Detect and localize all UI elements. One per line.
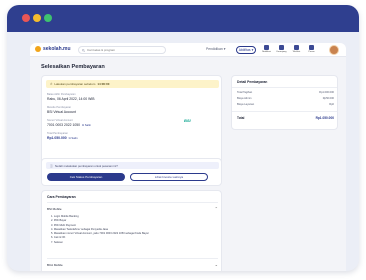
va-field: Nomor Virtual Account 7001 0003 2022 105… xyxy=(47,119,91,127)
search-icon xyxy=(82,48,85,52)
summary-total-value: Rp1.050.000 xyxy=(315,116,334,120)
minimize-window-button[interactable] xyxy=(33,14,41,22)
deadline-field: Batas Akhir Pembayaran Rabu, 06 April 20… xyxy=(47,93,95,101)
payment-instructions-card: Cara Pembayaran BSI Mobile ⌃ 1. Login Mo… xyxy=(41,190,222,271)
banner-text: Lakukan pembayaran sebelum xyxy=(54,82,96,86)
search-input[interactable] xyxy=(87,48,165,52)
summary-row-label: Biaya Admin xyxy=(237,97,252,100)
accordion-label: BCA Mobile xyxy=(47,262,63,267)
nav-aktifitas-button[interactable]: Aktifitas ▾ xyxy=(236,46,256,54)
payment-deadline-banner: ⏱ Lakukan pembayaran sebelum 14:00:00 xyxy=(46,80,219,88)
instructions-title: Cara Pembayaran xyxy=(47,195,76,199)
copy-va-button[interactable]: ⧉ Salin xyxy=(82,123,91,127)
copy-label: Salin xyxy=(84,123,92,127)
logo-text: sekolah.mu xyxy=(43,46,71,52)
logo-icon xyxy=(35,46,41,52)
summary-row: Total Tagihan Rp1.000.000 xyxy=(237,91,334,94)
nav-pendidikan-label: Pendidikan xyxy=(206,47,223,51)
chevron-up-icon: ⌃ xyxy=(214,206,218,211)
copy-label: Salin xyxy=(71,136,78,140)
summary-row: Biaya Layanan Rp0 xyxy=(237,103,334,106)
window-titlebar xyxy=(7,5,359,32)
summary-row-value: Rp0 xyxy=(329,103,334,106)
nav-aktifitas-label: Aktifitas xyxy=(238,48,251,52)
divider xyxy=(47,202,218,203)
browser-window: sekolah.mu Pendidikan ▾ Aktifitas ▾ Noti… xyxy=(7,5,359,271)
accordion-bsi-mobile[interactable]: BSI Mobile ⌃ xyxy=(47,205,218,212)
chat-icon[interactable]: Pesan xyxy=(306,45,317,53)
page-title: Selesaikan Pembayaran xyxy=(41,64,105,70)
deadline-label: Batas Akhir Pembayaran xyxy=(47,93,76,96)
check-status-button[interactable]: Cek Status Pembayaran xyxy=(47,173,125,181)
nav-icon-label: Wishlist xyxy=(292,51,301,53)
chevron-down-icon: ⌄ xyxy=(214,262,218,267)
va-number: 7001 0003 2022 1050 xyxy=(47,123,80,127)
total-value-row: Rp1.050.000 ⧉ Salin xyxy=(47,136,78,140)
divider xyxy=(232,87,337,88)
nav-icon-label: Notifikasi xyxy=(262,51,271,53)
summary-title: Detail Pembayaran xyxy=(237,80,268,84)
summary-row-value: Rp1.000.000 xyxy=(319,91,334,94)
logo[interactable]: sekolah.mu xyxy=(35,46,71,52)
total-label: Total Pembayaran xyxy=(47,132,68,135)
chevron-down-icon: ▾ xyxy=(251,48,254,52)
deadline-value: Rabu, 06 April 2022, 14:00 WIB xyxy=(47,97,95,101)
payment-summary-card: Detail Pembayaran Total Tagihan Rp1.000.… xyxy=(231,75,338,130)
view-invoice-button[interactable]: Lihat Invoice Lainnya xyxy=(130,173,208,181)
divider xyxy=(232,111,337,112)
clock-icon: ⏱ xyxy=(50,82,53,86)
search-box[interactable] xyxy=(78,46,166,54)
summary-total-label: Total xyxy=(237,116,245,120)
list-item: 7. Selesai xyxy=(51,240,63,244)
close-window-button[interactable] xyxy=(22,14,30,22)
total-field: Total Pembayaran Rp1.050.000 ⧉ Salin xyxy=(47,132,78,140)
accordion-label: BSI Mobile xyxy=(47,206,62,211)
confirm-note-text: Sudah melakukan pembayaran untuk pesanan… xyxy=(54,163,118,168)
summary-row-label: Total Tagihan xyxy=(237,91,253,94)
page-viewport: sekolah.mu Pendidikan ▾ Aktifitas ▾ Noti… xyxy=(30,43,346,271)
deadline-value-row: Rabu, 06 April 2022, 14:00 WIB xyxy=(47,97,95,101)
va-value-row: 7001 0003 2022 1050 ⧉ Salin xyxy=(47,123,91,127)
summary-row-label: Biaya Layanan xyxy=(237,103,255,106)
copy-total-button[interactable]: ⧉ Salin xyxy=(69,136,78,140)
method-field: Metode Pembayaran BSI Virtual Account xyxy=(47,106,76,114)
summary-row: Biaya Admin Rp50.000 xyxy=(237,97,334,100)
total-amount: Rp1.050.000 xyxy=(47,136,67,140)
bell-icon[interactable]: Notifikasi xyxy=(261,45,272,53)
info-icon: ⓘ xyxy=(50,163,53,168)
confirm-note: ⓘ Sudah melakukan pembayaran untuk pesan… xyxy=(46,162,219,169)
nav-icon-label: Keranjang xyxy=(276,51,287,53)
accordion-bca-mobile[interactable]: BCA Mobile ⌄ xyxy=(47,261,218,268)
avatar[interactable] xyxy=(329,45,339,55)
banner-time: 14:00:00 xyxy=(97,82,110,86)
nav-icon-group: Notifikasi Keranjang Wishlist Pesan xyxy=(261,45,317,53)
summary-row-value: Rp50.000 xyxy=(322,97,334,100)
chevron-down-icon: ▾ xyxy=(223,47,226,51)
bsi-bank-logo: BSI xyxy=(184,118,191,123)
nav-icon-label: Pesan xyxy=(308,51,315,53)
method-value-row: BSI Virtual Account xyxy=(47,110,76,114)
nav-pendidikan[interactable]: Pendidikan ▾ xyxy=(206,47,225,51)
top-navbar: sekolah.mu Pendidikan ▾ Aktifitas ▾ Noti… xyxy=(30,43,346,57)
list-item: 5. Masukkan nomor Virtual Account, yaitu… xyxy=(51,232,149,236)
cart-icon[interactable]: Keranjang xyxy=(276,45,287,53)
heart-icon[interactable]: Wishlist xyxy=(291,45,302,53)
summary-total-row: Total Rp1.050.000 xyxy=(237,116,334,120)
method-value: BSI Virtual Account xyxy=(47,110,76,114)
method-label: Metode Pembayaran xyxy=(47,106,72,109)
va-label: Nomor Virtual Account xyxy=(47,119,73,122)
confirm-card: ⓘ Sudah melakukan pembayaran untuk pesan… xyxy=(41,158,222,186)
maximize-window-button[interactable] xyxy=(44,14,52,22)
steps-list: 1. Login Mobile Banking 2. Pilih Bayar 3… xyxy=(51,215,149,245)
divider xyxy=(47,258,218,259)
